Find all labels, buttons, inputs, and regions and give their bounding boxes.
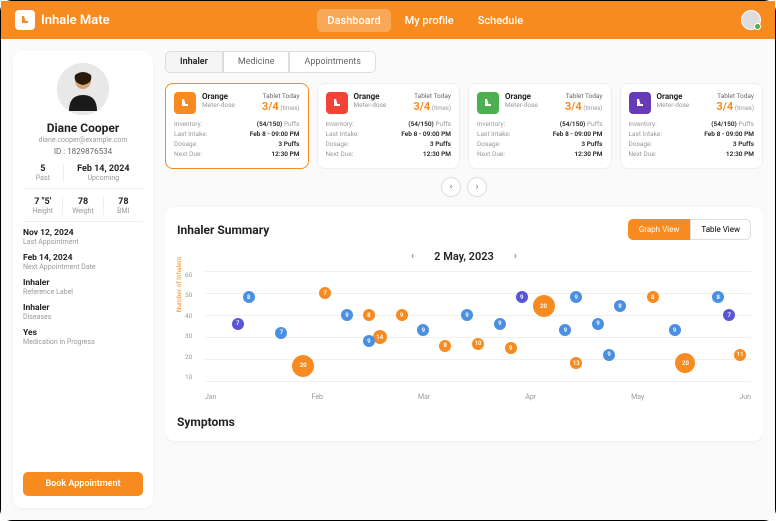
logo: Inhale Mate: [15, 10, 110, 30]
inhaler-cards: OrangeMeter-doseTablet Today3/4 (times)I…: [165, 83, 763, 169]
chart-bubble[interactable]: 9: [417, 324, 429, 336]
chart-date-nav: ‹ 2 May, 2023 ›: [177, 250, 751, 263]
user-id: ID : 1829876534: [54, 147, 112, 156]
main-content: Inhaler Medicine Appointments OrangeMete…: [165, 51, 763, 508]
chart-bubble[interactable]: 20: [533, 295, 555, 317]
inhaler-icon: [629, 92, 651, 114]
chart-bubble[interactable]: 8: [363, 309, 375, 321]
chart-bubble[interactable]: 8: [712, 291, 724, 303]
chart-bubble[interactable]: 9: [494, 318, 506, 330]
main-nav: Dashboard My profile Schedule: [317, 9, 533, 32]
stat-bmi: 78BMI: [103, 197, 143, 215]
chart-bubble[interactable]: 7: [275, 327, 287, 339]
stat-upcoming: Feb 14, 2024Upcoming: [63, 164, 143, 182]
chart-plot: 7201489810920138201187999999999998797: [205, 271, 751, 381]
chart-bubble[interactable]: 9: [614, 300, 626, 312]
nav-dashboard[interactable]: Dashboard: [317, 9, 390, 32]
chart-bubble[interactable]: 7: [723, 309, 735, 321]
chart-bubble[interactable]: 9: [603, 349, 615, 361]
info-item: InhalerReference Label: [23, 278, 143, 296]
tab-appointments[interactable]: Appointments: [289, 51, 375, 73]
chart-bubble[interactable]: 9: [669, 324, 681, 336]
inhaler-card[interactable]: OrangeMeter-doseTablet Today3/4 (times)I…: [317, 83, 461, 169]
chart-bubble[interactable]: 9: [341, 309, 353, 321]
symptoms-title: Symptoms: [177, 415, 751, 429]
profile-sidebar: Diane Cooper diane.cooper@example.com ID…: [13, 51, 153, 508]
inhaler-icon: [477, 92, 499, 114]
chart-bubble[interactable]: 8: [243, 291, 255, 303]
user-avatar: [57, 63, 109, 115]
table-view-button[interactable]: Table View: [690, 219, 751, 240]
stat-past: 5Past: [23, 164, 63, 182]
summary-title: Inhaler Summary: [177, 223, 269, 237]
tab-inhaler[interactable]: Inhaler: [165, 51, 223, 73]
info-item: InhalerDiseases: [23, 303, 143, 321]
date-prev[interactable]: ‹: [411, 251, 414, 262]
stat-height: 7 "5'Height: [23, 197, 62, 215]
y-ticks: 605040302010: [185, 271, 192, 381]
chart-bubble[interactable]: 8: [439, 340, 451, 352]
cards-pager: ‹ ›: [165, 177, 763, 197]
chart-date: 2 May, 2023: [434, 250, 494, 263]
pager-prev[interactable]: ‹: [441, 177, 461, 197]
info-list: Nov 12, 2024Last Appointment Feb 14, 2024…: [23, 228, 143, 353]
chart-bubble[interactable]: 9: [592, 318, 604, 330]
chart-bubble[interactable]: 10: [472, 338, 484, 350]
inhaler-icon: [15, 10, 35, 30]
user-avatar-small[interactable]: [741, 10, 761, 30]
chart-bubble[interactable]: 9: [570, 291, 582, 303]
chart-bubble[interactable]: 9: [363, 335, 375, 347]
inhaler-icon: [174, 92, 196, 114]
inhaler-card[interactable]: OrangeMeter-doseTablet Today3/4 (times)I…: [165, 83, 309, 169]
book-appointment-button[interactable]: Book Appointment: [23, 472, 143, 496]
app-header: Inhale Mate Dashboard My profile Schedul…: [1, 1, 775, 39]
stat-weight: 78Weight: [62, 197, 102, 215]
chart-bubble[interactable]: 7: [232, 318, 244, 330]
chart-bubble[interactable]: 9: [516, 291, 528, 303]
inhaler-card[interactable]: OrangeMeter-doseTablet Today3/4 (times)I…: [468, 83, 612, 169]
chart-bubble[interactable]: 13: [570, 357, 582, 369]
info-item: YesMedication in Progress: [23, 328, 143, 346]
tab-medicine[interactable]: Medicine: [223, 51, 290, 73]
chart-bubble[interactable]: 20: [675, 353, 695, 373]
chart-bubble[interactable]: 11: [734, 349, 746, 361]
y-axis-label: Number of Inhalers: [175, 257, 183, 312]
content-tabs: Inhaler Medicine Appointments: [165, 51, 763, 73]
inhaler-card[interactable]: OrangeMeter-doseTablet Today3/4 (times)I…: [620, 83, 764, 169]
user-email: diane.cooper@example.com: [39, 136, 128, 144]
chart-bubble[interactable]: 20: [292, 355, 314, 377]
view-toggle: Graph View Table View: [628, 219, 751, 240]
inhaler-chart: Number of Inhalers 605040302010 72014898…: [197, 271, 751, 401]
graph-view-button[interactable]: Graph View: [628, 219, 691, 240]
chart-bubble[interactable]: 9: [461, 309, 473, 321]
app-name: Inhale Mate: [41, 13, 110, 28]
info-item: Feb 14, 2024Next Appointment Date: [23, 253, 143, 271]
chart-bubble[interactable]: 9: [559, 324, 571, 336]
chart-bubble[interactable]: 9: [396, 309, 408, 321]
info-item: Nov 12, 2024Last Appointment: [23, 228, 143, 246]
chart-bubble[interactable]: 9: [505, 342, 517, 354]
nav-profile[interactable]: My profile: [395, 9, 464, 32]
chart-bubble[interactable]: 8: [647, 291, 659, 303]
chart-bubble[interactable]: 14: [373, 330, 387, 344]
user-name: Diane Cooper: [47, 121, 120, 135]
date-next[interactable]: ›: [514, 251, 517, 262]
inhaler-summary-panel: Inhaler Summary Graph View Table View ‹ …: [165, 207, 763, 441]
chart-bubble[interactable]: 7: [319, 287, 331, 299]
x-ticks: JanFebMarAprMayJun: [205, 393, 751, 401]
nav-schedule[interactable]: Schedule: [468, 9, 533, 32]
inhaler-icon: [326, 92, 348, 114]
pager-next[interactable]: ›: [467, 177, 487, 197]
